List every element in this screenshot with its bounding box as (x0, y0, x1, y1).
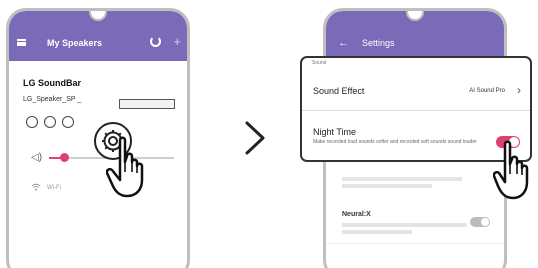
menu-icon[interactable] (17, 39, 26, 46)
device-name: LG SoundBar (23, 78, 81, 88)
section-label: Sound (312, 60, 327, 66)
device-id: LG_Speaker_SP _ (23, 96, 82, 103)
chevron-right-icon (245, 121, 265, 155)
hand-pointer-icon (493, 140, 529, 200)
mode-icon[interactable] (62, 116, 74, 128)
volume-icon: ◁) (31, 152, 43, 163)
wifi-icon (31, 183, 41, 193)
app-title: My Speakers (47, 38, 103, 48)
bg-text-line (342, 177, 462, 181)
neural-x-toggle[interactable] (470, 217, 490, 227)
night-time-label: Night Time (313, 127, 357, 137)
divider (302, 110, 530, 111)
night-time-description: Make recorded loud sounds softer and rec… (313, 139, 477, 145)
sound-effect-value: AI Sound Pro (469, 88, 505, 94)
app-title: Settings (362, 38, 395, 48)
input-icon[interactable] (44, 116, 56, 128)
wifi-label: Wi-Fi (47, 185, 61, 191)
bg-text-line (342, 184, 432, 188)
back-arrow-icon[interactable]: ← (338, 37, 349, 49)
neural-x-label: Neural:X (342, 211, 371, 218)
toggle-knob (481, 218, 489, 226)
wifi-glyph (31, 183, 41, 191)
settings-tooltip (119, 99, 175, 109)
bg-setting-description (342, 177, 482, 188)
chevron-right-icon: › (517, 83, 521, 97)
hand-pointer-icon (106, 136, 144, 198)
volume-slider-knob[interactable] (60, 153, 69, 162)
bg-text-line (342, 223, 467, 227)
refresh-icon[interactable] (150, 36, 161, 47)
bg-text-line (342, 230, 412, 234)
power-icon[interactable] (26, 116, 38, 128)
bg-setting-description (342, 223, 472, 234)
add-icon[interactable]: + (173, 34, 181, 49)
sound-effect-label: Sound Effect (313, 86, 365, 96)
divider (326, 243, 504, 244)
